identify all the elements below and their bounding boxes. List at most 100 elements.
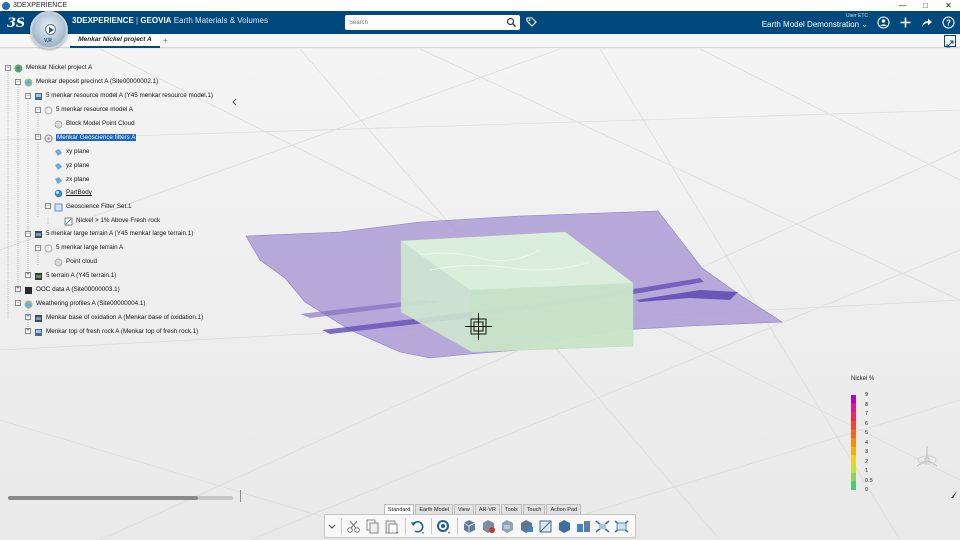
tab-action-pad[interactable]: Action Pad xyxy=(546,504,582,514)
legend-color-swatch xyxy=(851,446,856,456)
collapse-toggle[interactable]: − xyxy=(15,79,21,85)
tree-node-filter-set[interactable]: Geoscience Filter Set.1 xyxy=(54,201,131,213)
ds-logo-icon[interactable]: 3S xyxy=(6,14,25,31)
tree-node-pointcloud[interactable]: Point cloud xyxy=(54,256,97,268)
add-tab-button[interactable]: + xyxy=(163,34,168,47)
tree-node-pointcloud[interactable]: Block Model Point Cloud xyxy=(54,118,135,130)
add-icon[interactable] xyxy=(899,16,912,29)
user-name: User ETC xyxy=(846,13,868,19)
tree-node-model[interactable]: 5 terrain A (Y45 terrain.1) xyxy=(34,270,116,282)
paste-icon[interactable] xyxy=(383,518,400,535)
collapse-toggle[interactable]: − xyxy=(35,107,41,113)
copy-icon[interactable] xyxy=(364,518,381,535)
search-input[interactable] xyxy=(345,15,495,30)
tree-node-site[interactable]: Weathering profiles A (Site00000004.1) xyxy=(24,298,145,310)
expand-toggle[interactable]: + xyxy=(15,286,21,292)
tree-node-label: Menkar Nickel project A xyxy=(26,64,93,71)
tag-icon[interactable] xyxy=(525,16,538,29)
tree-node-label: Nickel > 1% Above Fresh rock xyxy=(76,217,161,224)
collapse-toggle[interactable]: − xyxy=(25,93,31,99)
export-icon[interactable] xyxy=(613,518,630,535)
tree-node-label: Geoscience Filter Set.1 xyxy=(66,203,132,210)
tree-node-xy-plane[interactable]: xy plane xyxy=(54,146,89,158)
tab-view[interactable]: View xyxy=(453,504,474,514)
search-icon[interactable] xyxy=(506,17,517,28)
tree-node-partbody[interactable]: PartBody xyxy=(54,187,92,199)
user-icon[interactable] xyxy=(877,16,890,29)
expand-toggle[interactable]: + xyxy=(25,328,31,334)
tree-node-model[interactable]: Menkar base of oxidation A (Menkar base … xyxy=(34,312,203,324)
dataset-icon xyxy=(44,106,53,114)
tree-node-label: zx plane xyxy=(66,176,90,183)
legend-label: 8 xyxy=(865,401,869,408)
brand-product: GEOVIA xyxy=(140,16,172,25)
compare-icon[interactable] xyxy=(594,518,611,535)
volume-icon[interactable] xyxy=(556,518,573,535)
user-info[interactable]: User ETC Earth Model Demonstration ⌄ xyxy=(760,13,868,29)
tree-node-model[interactable]: 5 menkar resource model A (Y45 menkar re… xyxy=(34,90,213,102)
tree-node-site[interactable]: Menkar deposit precinct A (Site00000002.… xyxy=(24,76,158,88)
tab-touch[interactable]: Touch xyxy=(522,504,546,514)
tab-standard[interactable]: Standard xyxy=(384,504,415,514)
tree-node-yz-plane[interactable]: yz plane xyxy=(54,160,89,172)
scrollbar-thumb[interactable] xyxy=(8,496,198,500)
measure-icon[interactable] xyxy=(575,518,592,535)
toolbar-divider xyxy=(405,518,406,534)
filter-icon xyxy=(44,134,53,142)
expand-toggle[interactable]: + xyxy=(25,272,31,278)
model-icon xyxy=(35,92,42,100)
surface-block-icon[interactable] xyxy=(518,518,535,535)
share-icon[interactable] xyxy=(920,16,933,29)
dataset-icon xyxy=(44,244,53,252)
tree-node-zx-plane[interactable]: zx plane xyxy=(54,174,89,186)
legend-color-swatch xyxy=(851,395,856,404)
tree-node-dataset[interactable]: 5 menkar resource model A xyxy=(44,104,133,116)
tree-node-filter-item[interactable]: Nickel > 1% Above Fresh rock xyxy=(64,215,160,227)
tab-menkar-nickel-project[interactable]: Menkar Nickel project A xyxy=(70,34,160,48)
chevron-down-icon[interactable] xyxy=(328,518,336,535)
maximize-button[interactable]: □ xyxy=(914,0,937,11)
close-button[interactable]: ✕ xyxy=(937,0,960,11)
fullscreen-icon[interactable] xyxy=(944,35,956,48)
tree-node-site[interactable]: OOC data A (Site00000003.1) xyxy=(24,284,120,296)
section-icon[interactable] xyxy=(537,518,554,535)
minimize-button[interactable]: — xyxy=(891,0,914,11)
model-icon xyxy=(35,230,42,238)
tree-node-label: Menkar base of oxidation A (Menkar base … xyxy=(46,314,204,321)
tree-splitter[interactable] xyxy=(240,490,241,502)
collab-space-selector[interactable]: Earth Model Demonstration ⌄ xyxy=(760,20,868,29)
help-icon[interactable]: ? xyxy=(942,16,955,29)
block-model-icon[interactable] xyxy=(461,518,478,535)
expand-toggle[interactable]: + xyxy=(25,314,31,320)
update-icon[interactable] xyxy=(435,518,452,535)
axis-compass-icon[interactable] xyxy=(912,442,942,472)
legend-color-swatch xyxy=(851,412,856,422)
collapse-toggle[interactable]: − xyxy=(5,65,11,71)
tree-node-project[interactable]: Menkar Nickel project A xyxy=(14,62,92,74)
tree-node-model[interactable]: Menkar top of fresh rock A (Menkar top o… xyxy=(34,326,198,338)
tree-node-model[interactable]: 5 menkar large terrain A (Y45 menkar lar… xyxy=(34,228,193,240)
tab-ar-vr[interactable]: AR-VR xyxy=(474,504,500,514)
tree-node-label: PartBody xyxy=(66,189,92,196)
grid-block-icon[interactable] xyxy=(499,518,516,535)
search-box[interactable] xyxy=(345,15,520,30)
play-icon[interactable] xyxy=(45,24,56,35)
site-icon xyxy=(25,286,32,294)
collapse-toggle[interactable]: − xyxy=(25,231,31,237)
window-titlebar: 3DEXPERIENCE — □ ✕ xyxy=(0,0,960,11)
collapse-toggle[interactable]: − xyxy=(35,134,41,140)
collapse-toggle[interactable]: − xyxy=(15,300,21,306)
legend-color-swatch xyxy=(851,429,856,439)
cut-icon[interactable] xyxy=(345,518,362,535)
tab-tools[interactable]: Tools xyxy=(500,504,522,514)
collapse-toggle[interactable]: − xyxy=(35,245,41,251)
collapse-toggle[interactable]: − xyxy=(45,203,51,209)
tree-node-label: Weathering profiles A (Site00000004.1) xyxy=(36,300,146,307)
filter-block-icon[interactable] xyxy=(480,518,497,535)
tree-node-geoscience-filters[interactable]: Menkar Geoscience filters A xyxy=(44,132,137,144)
compass-widget[interactable]: V,R xyxy=(30,11,68,49)
undo-icon[interactable] xyxy=(409,518,426,535)
tree-horizontal-scrollbar[interactable] xyxy=(8,496,233,500)
tab-earth-model[interactable]: Earth Model xyxy=(415,504,453,514)
tree-node-dataset[interactable]: 5 menkar large terrain A xyxy=(44,242,123,254)
